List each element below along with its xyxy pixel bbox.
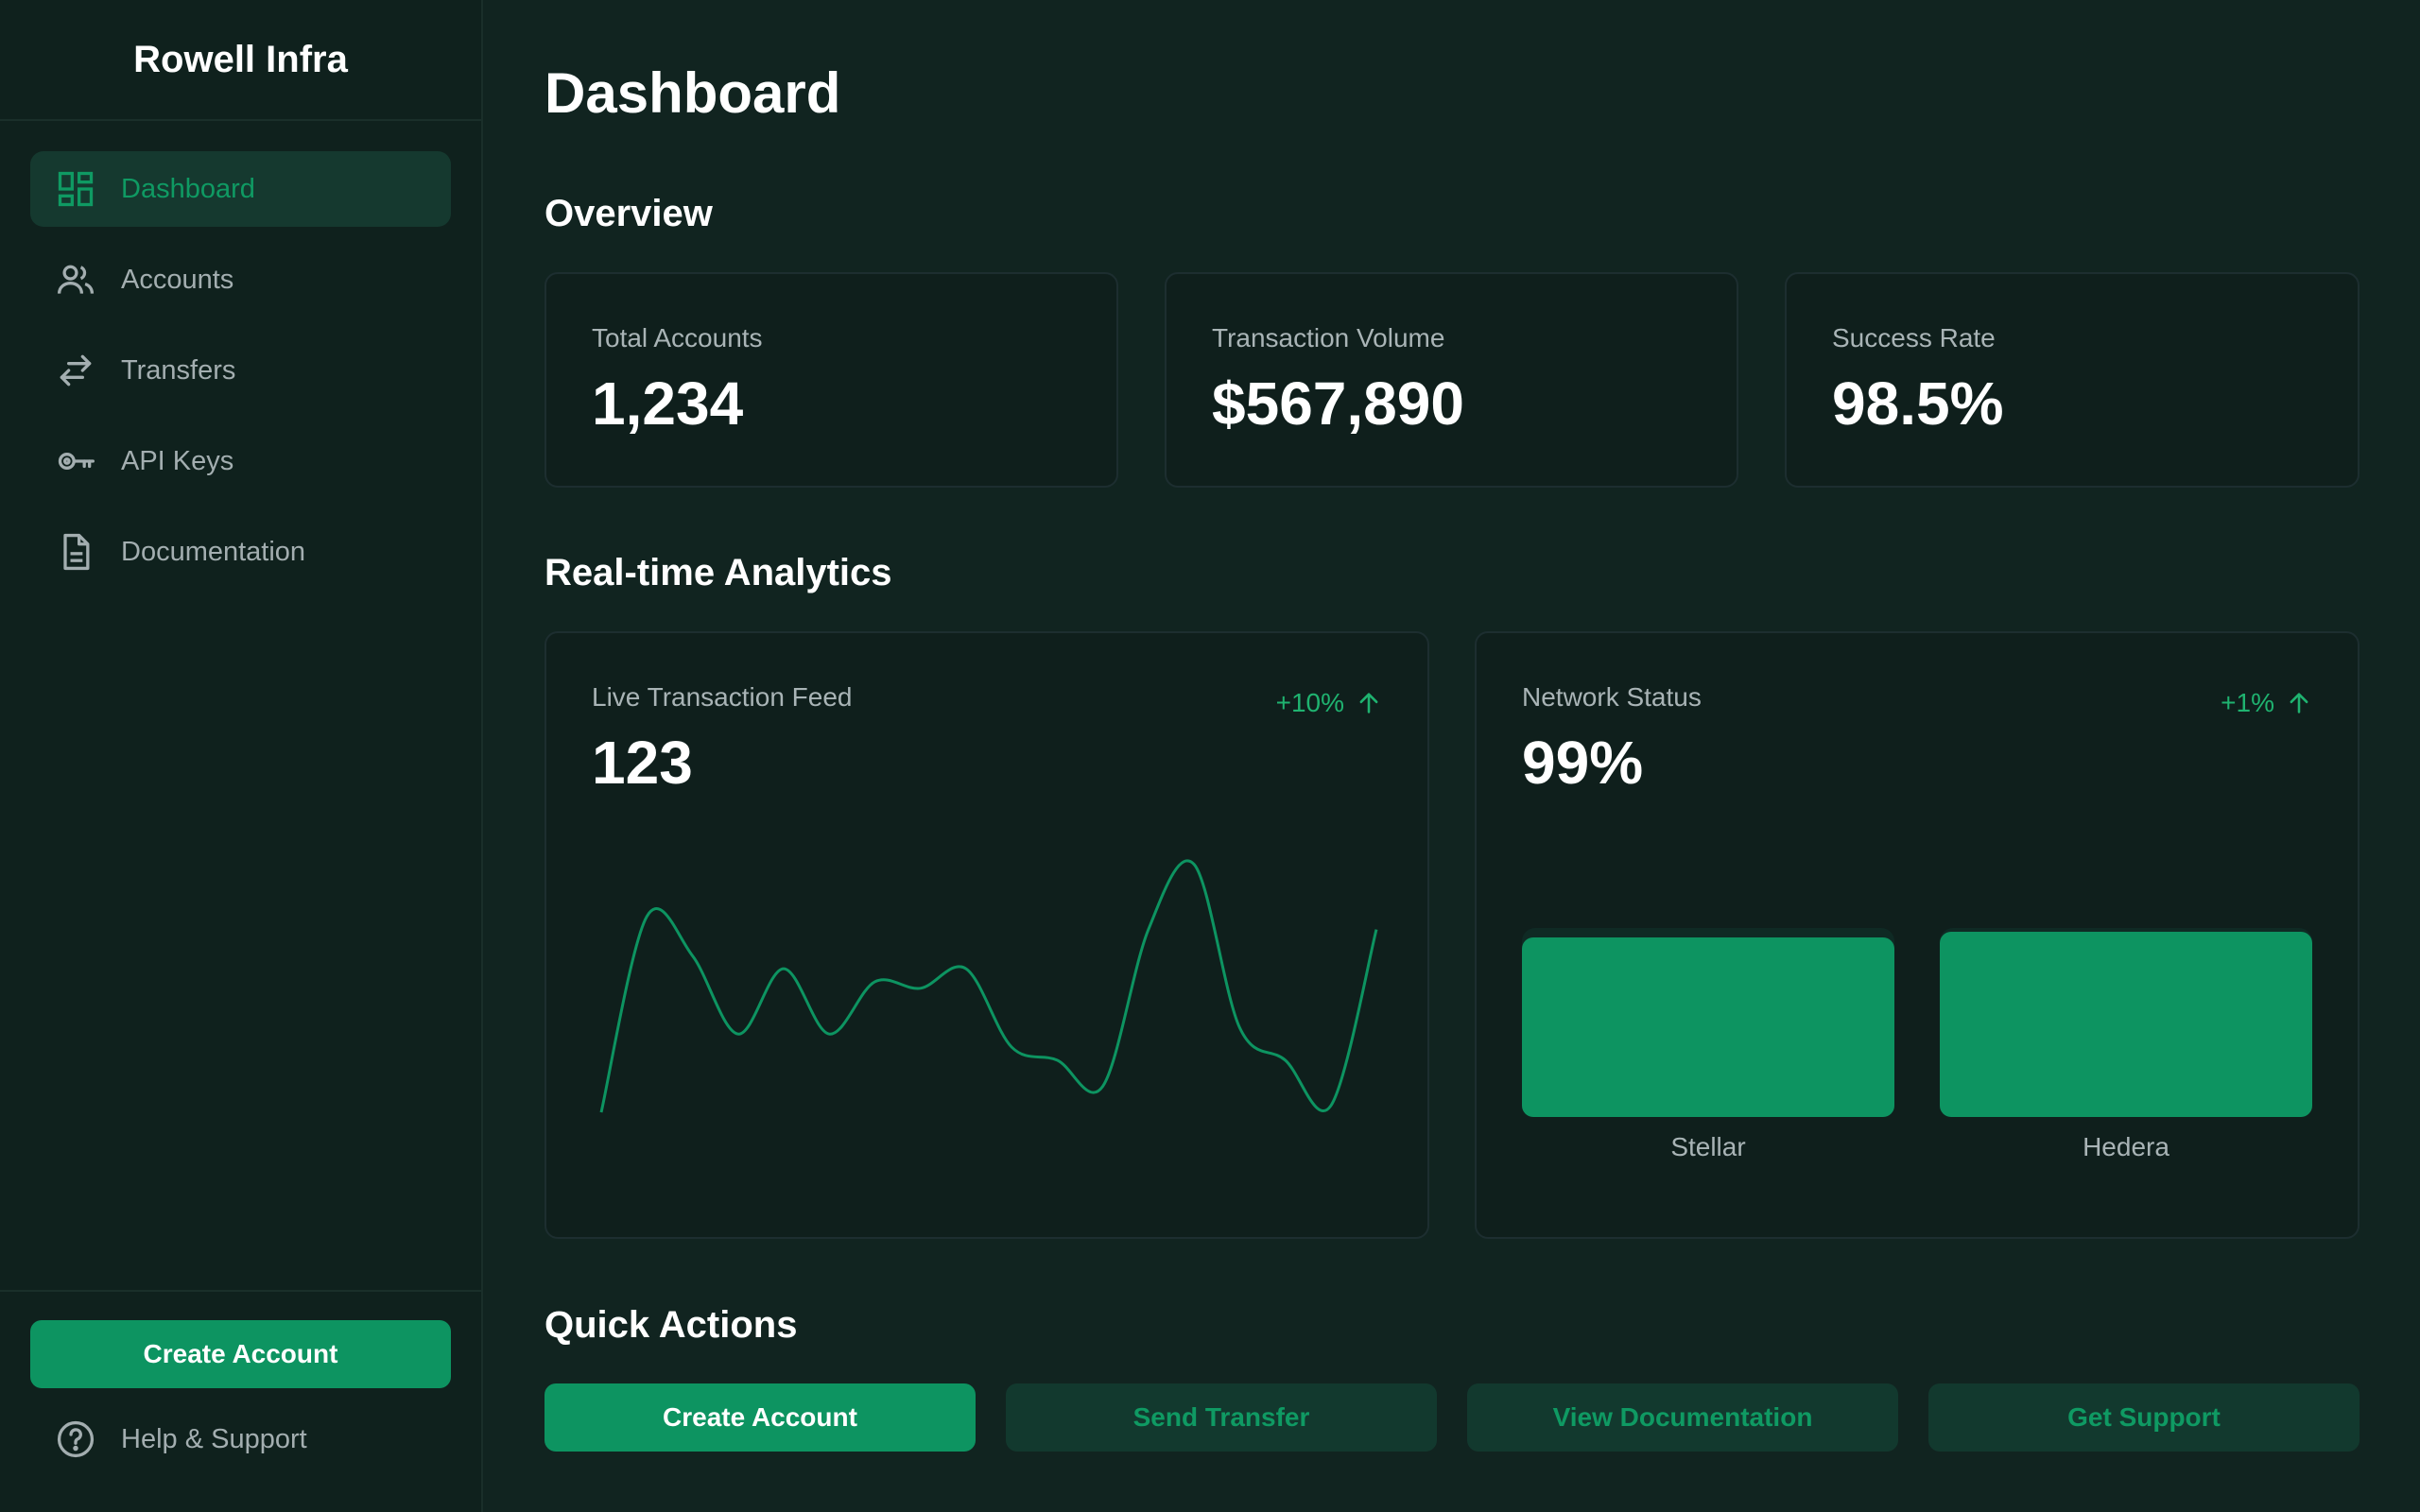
stat-label: Total Accounts: [592, 323, 763, 352]
stat-value: 1,234: [592, 369, 744, 438]
stat-label: Transaction Volume: [1212, 323, 1445, 352]
network-status-card: Network Status +1% 99% Stellar Hedera: [1475, 631, 2360, 1239]
trend-value: +1%: [2221, 688, 2274, 717]
sidebar-item-api-keys[interactable]: API Keys: [30, 423, 451, 499]
help-support-link[interactable]: Help & Support: [30, 1401, 451, 1477]
sidebar-nav: Dashboard Accounts Transfers API Keys Do…: [0, 121, 481, 590]
network-value: 99%: [1522, 729, 1644, 797]
stat-value: 98.5%: [1832, 369, 2004, 438]
brand-name: Rowell Infra: [0, 0, 481, 121]
quick-get-support-button[interactable]: Get Support: [1928, 1383, 2360, 1452]
sidebar-footer: Create Account Help & Support: [0, 1290, 481, 1512]
stat-card-total-accounts: Total Accounts 1,234: [544, 272, 1118, 488]
help-circle-icon: [55, 1418, 96, 1460]
series-line: [599, 859, 1378, 1113]
sidebar-item-label: Documentation: [121, 536, 306, 567]
bar-stellar: [1522, 937, 1894, 1117]
arrow-up-icon: [2290, 693, 2308, 713]
quick-create-account-button[interactable]: Create Account: [544, 1383, 976, 1452]
stat-label: Success Rate: [1832, 323, 1996, 352]
transfer-arrows-icon: [55, 350, 96, 391]
sidebar-item-dashboard[interactable]: Dashboard: [30, 151, 451, 227]
page-title: Dashboard: [544, 61, 841, 125]
network-bar-chart: Stellar Hedera: [1522, 928, 2316, 1193]
sidebar-item-documentation[interactable]: Documentation: [30, 514, 451, 590]
sidebar-create-account-button[interactable]: Create Account: [30, 1320, 451, 1388]
key-icon: [55, 440, 96, 482]
help-support-label: Help & Support: [121, 1423, 307, 1454]
quick-send-transfer-button[interactable]: Send Transfer: [1006, 1383, 1437, 1452]
bar-hedera: [1940, 932, 2312, 1117]
live-feed-label: Live Transaction Feed: [592, 682, 853, 712]
sidebar: Rowell Infra Dashboard Accounts Transfer…: [0, 0, 483, 1512]
live-feed-line-chart: [599, 859, 1378, 1113]
sidebar-item-label: Dashboard: [121, 173, 255, 204]
quick-view-documentation-button[interactable]: View Documentation: [1467, 1383, 1898, 1452]
network-trend: +1%: [2221, 688, 2312, 718]
live-feed-value: 123: [592, 729, 693, 797]
live-transaction-feed-card: Live Transaction Feed +10% 123: [544, 631, 1429, 1239]
analytics-title: Real-time Analytics: [544, 552, 892, 593]
arrow-up-icon: [1359, 693, 1378, 713]
dashboard-icon: [55, 168, 96, 210]
users-icon: [55, 259, 96, 301]
bar-label: Hedera: [2083, 1132, 2169, 1161]
quick-actions-title: Quick Actions: [544, 1304, 798, 1346]
trend-value: +10%: [1275, 688, 1344, 717]
stat-card-success-rate: Success Rate 98.5%: [1785, 272, 2360, 488]
overview-title: Overview: [544, 193, 713, 234]
sidebar-item-label: Transfers: [121, 354, 236, 386]
live-feed-trend: +10%: [1276, 688, 1382, 718]
stat-card-transaction-volume: Transaction Volume $567,890: [1165, 272, 1738, 488]
sidebar-item-label: Accounts: [121, 264, 234, 295]
bar-label: Stellar: [1670, 1132, 1746, 1161]
network-label: Network Status: [1522, 682, 1702, 712]
sidebar-item-accounts[interactable]: Accounts: [30, 242, 451, 318]
document-icon: [55, 531, 96, 573]
sidebar-item-label: API Keys: [121, 445, 234, 476]
stat-value: $567,890: [1212, 369, 1464, 438]
sidebar-item-transfers[interactable]: Transfers: [30, 333, 451, 408]
